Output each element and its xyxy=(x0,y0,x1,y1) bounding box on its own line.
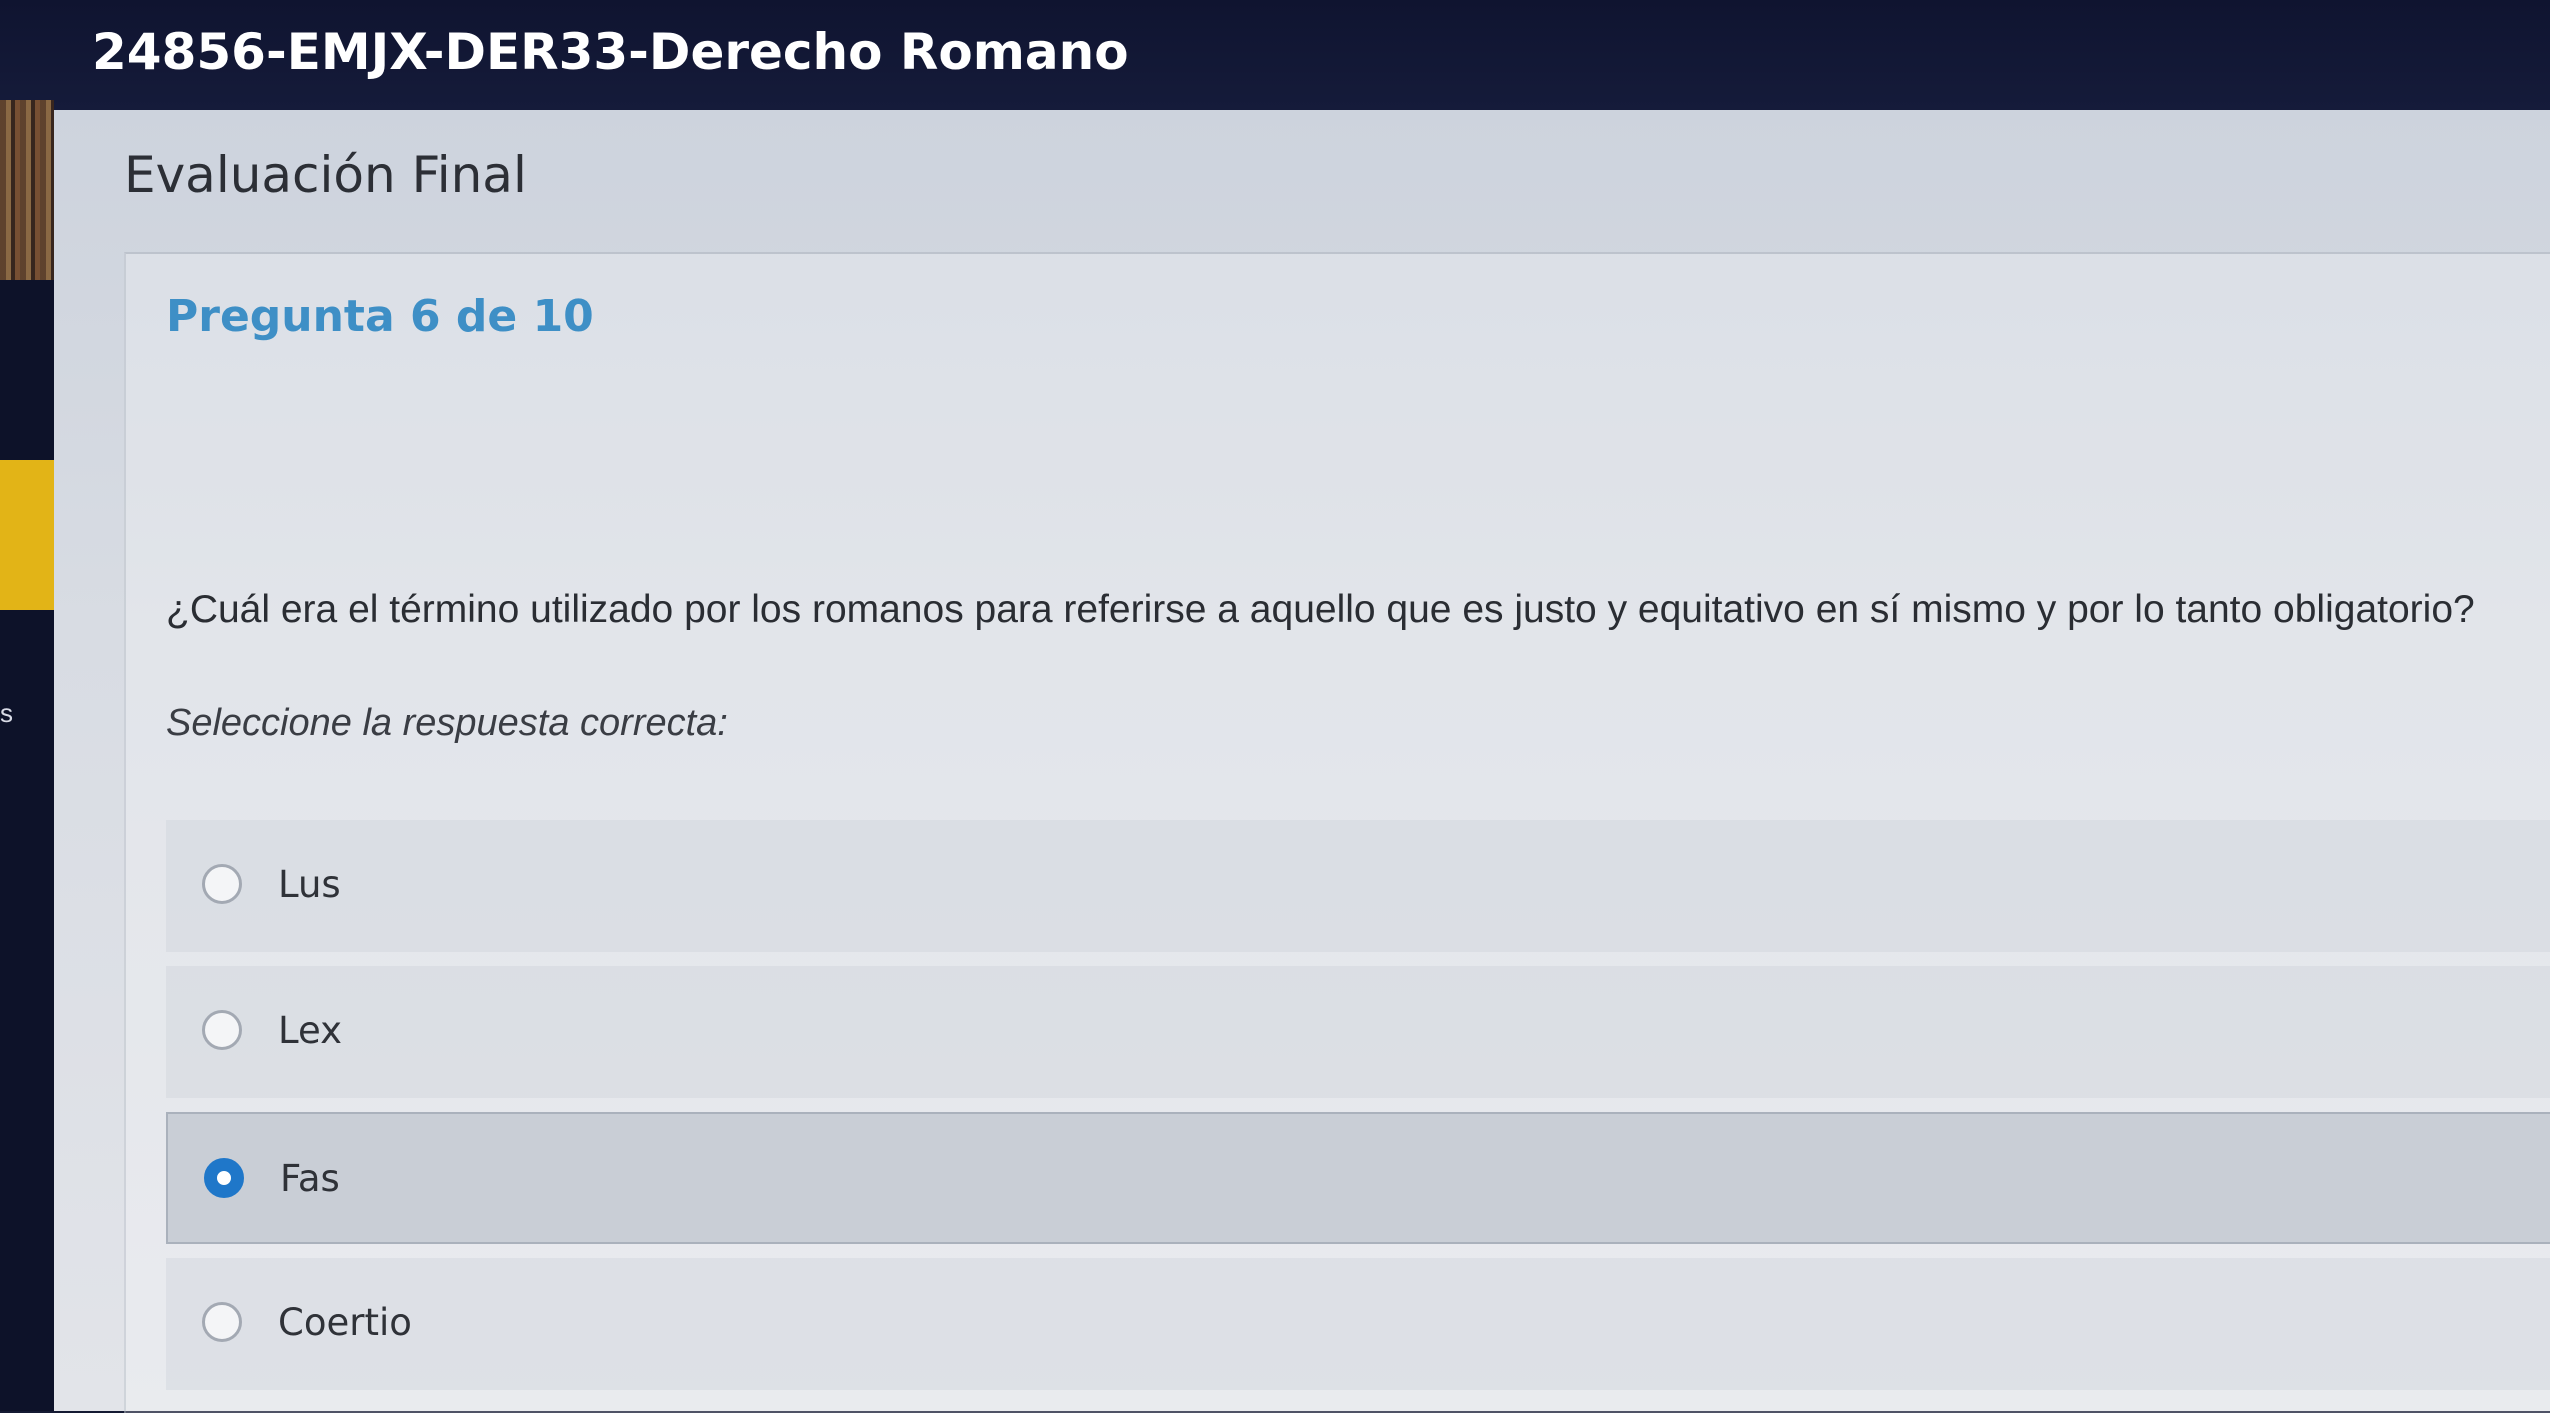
answer-instruction: Seleccione la respuesta correcta: xyxy=(166,702,728,744)
answer-option-fas[interactable]: Fas xyxy=(166,1112,2550,1244)
question-text: ¿Cuál era el término utilizado por los r… xyxy=(166,588,2475,631)
answer-option-lus[interactable]: Lus xyxy=(166,820,2550,952)
top-bar: 24856-EMJX-DER33-Derecho Romano xyxy=(0,0,2550,110)
radio-button[interactable] xyxy=(202,1010,242,1050)
radio-button-selected[interactable] xyxy=(204,1158,244,1198)
answer-option-label: Coertio xyxy=(278,1301,412,1344)
sidebar-active-indicator[interactable] xyxy=(0,460,54,610)
question-card: Pregunta 6 de 10 ¿Cuál era el término ut… xyxy=(124,252,2550,1413)
answer-option-label: Fas xyxy=(280,1157,340,1200)
course-title: 24856-EMJX-DER33-Derecho Romano xyxy=(92,23,1129,81)
sidebar: s xyxy=(0,100,54,1411)
sidebar-banner-image xyxy=(0,100,54,280)
answer-option-lex[interactable]: Lex xyxy=(166,966,2550,1098)
answer-option-label: Lex xyxy=(278,1009,342,1052)
radio-button[interactable] xyxy=(202,864,242,904)
radio-button[interactable] xyxy=(202,1302,242,1342)
question-counter: Pregunta 6 de 10 xyxy=(166,291,594,342)
main-content: Evaluación Final Pregunta 6 de 10 ¿Cuál … xyxy=(54,110,2550,1413)
answer-option-label: Lus xyxy=(278,863,341,906)
answer-option-coertio[interactable]: Coertio xyxy=(166,1258,2550,1390)
page-title: Evaluación Final xyxy=(124,146,527,204)
sidebar-partial-text: s xyxy=(0,698,13,728)
